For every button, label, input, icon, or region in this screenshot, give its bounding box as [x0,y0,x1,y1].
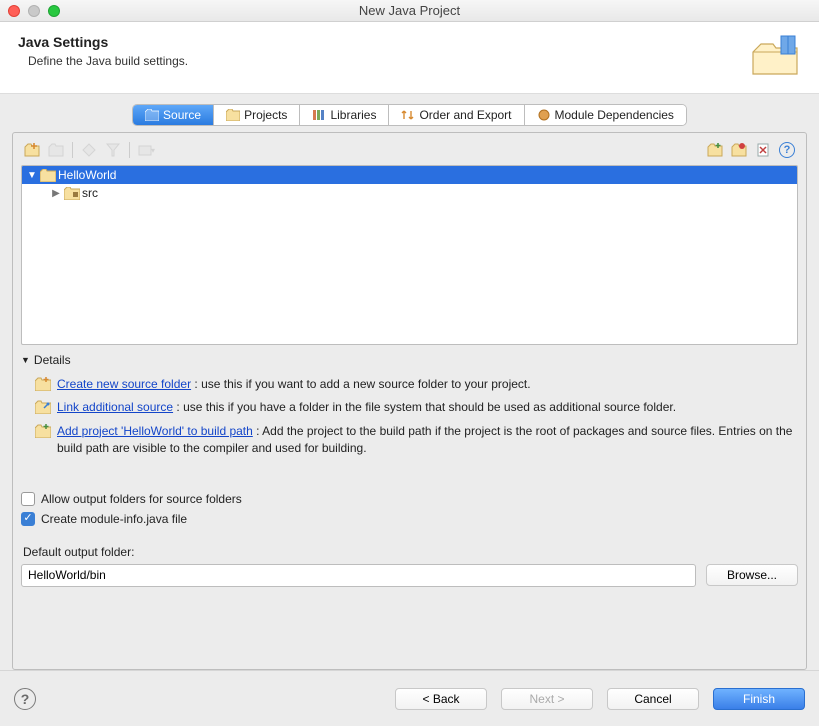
edit-icon [81,142,97,158]
default-output-label: Default output folder: [23,545,796,559]
default-output-input[interactable] [21,564,696,587]
finish-button[interactable]: Finish [713,688,805,710]
titlebar: New Java Project [0,0,819,22]
create-module-info-label: Create module-info.java file [41,512,187,526]
tab-module-dependencies[interactable]: Module Dependencies [525,105,686,125]
back-button[interactable]: < Back [395,688,487,710]
window-minimize-button[interactable] [28,5,40,17]
tree-child-label: src [82,186,98,200]
toolbar-separator [72,142,73,158]
details-toggle-icon: ▼ [21,355,30,365]
tree-root-row[interactable]: ▼ HelloWorld [22,166,797,184]
new-source-folder-icon [35,377,51,391]
tree-toolbar: ▾ ? [21,139,798,161]
configure-button[interactable] [752,139,774,161]
details-header[interactable]: ▼ Details [21,353,798,367]
wizard-footer: ? < Back Next > Cancel Finish [0,670,819,726]
footer-help-button[interactable]: ? [14,688,36,710]
tab-source[interactable]: Source [133,105,214,125]
folder-wizard-icon [751,34,801,79]
link-source-button [45,139,67,161]
add-project-buildpath-icon [35,424,51,438]
order-export-icon [401,109,415,121]
checkbox-checked-icon[interactable]: ✓ [21,512,35,526]
project-folder-icon [40,169,56,182]
details-section: ▼ Details Create new source folder : use… [21,353,798,461]
browse-button[interactable]: Browse... [706,564,798,586]
detail-text: : use this if you have a folder in the f… [173,400,676,414]
edit-button [78,139,100,161]
help-icon: ? [779,142,795,158]
tree-expand-toggle[interactable]: ▶ [50,188,62,199]
tab-projects-label: Projects [244,108,287,122]
allow-output-folders-option[interactable]: Allow output folders for source folders [21,489,798,509]
detail-create-source-folder: Create new source folder : use this if y… [21,373,798,396]
link-source-icon [35,400,51,414]
remove-from-buildpath-button[interactable] [728,139,750,161]
source-folder-icon [145,109,159,121]
details-title: Details [34,353,71,367]
output-folder-button: ▾ [135,139,157,161]
page-subtitle: Define the Java build settings. [28,54,188,68]
add-project-buildpath-link[interactable]: Add project 'HelloWorld' to build path [57,424,253,438]
tab-strip: Source Projects Libraries Order and Expo… [12,104,807,126]
tab-libraries-label: Libraries [330,108,376,122]
tab-order-export-label: Order and Export [419,108,511,122]
tab-libraries[interactable]: Libraries [300,105,389,125]
window-close-button[interactable] [8,5,20,17]
page-title: Java Settings [18,34,188,50]
libraries-icon [312,109,326,121]
toolbar-separator [129,142,130,158]
filter-icon [105,142,121,158]
source-pane: ▾ ? [12,132,807,670]
tab-module-label: Module Dependencies [555,108,674,122]
checkbox-unchecked-icon[interactable] [21,492,35,506]
tree-child-row[interactable]: ▶ src [22,184,797,202]
tab-order-export[interactable]: Order and Export [389,105,524,125]
allow-output-folders-label: Allow output folders for source folders [41,492,242,506]
project-tree[interactable]: ▼ HelloWorld ▶ src [21,165,798,345]
detail-add-project-buildpath: Add project 'HelloWorld' to build path :… [21,420,798,461]
wizard-header: Java Settings Define the Java build sett… [0,22,819,94]
create-module-info-option[interactable]: ✓ Create module-info.java file [21,509,798,529]
tree-root-label: HelloWorld [58,168,116,182]
detail-link-additional-source: Link additional source : use this if you… [21,396,798,419]
projects-icon [226,109,240,121]
page-x-icon [755,142,771,158]
link-additional-source-link[interactable]: Link additional source [57,400,173,414]
module-deps-icon [537,109,551,121]
detail-text: : use this if you want to add a new sour… [191,377,531,391]
next-button: Next > [501,688,593,710]
add-to-buildpath-button[interactable] [704,139,726,161]
tree-expand-toggle[interactable]: ▼ [26,170,38,181]
window-maximize-button[interactable] [48,5,60,17]
filter-button [102,139,124,161]
link-source-icon [48,142,64,158]
toolbar-help-button[interactable]: ? [776,139,798,161]
add-source-folder-icon [24,142,40,158]
remove-buildpath-icon [731,142,747,158]
options-section: Allow output folders for source folders … [21,489,798,529]
tab-projects[interactable]: Projects [214,105,300,125]
source-folder-icon [64,187,80,200]
create-source-folder-link[interactable]: Create new source folder [57,377,191,391]
cancel-button[interactable]: Cancel [607,688,699,710]
window-title: New Java Project [0,3,819,18]
tab-source-label: Source [163,108,201,122]
add-buildpath-icon [707,142,723,158]
add-source-folder-button[interactable] [21,139,43,161]
